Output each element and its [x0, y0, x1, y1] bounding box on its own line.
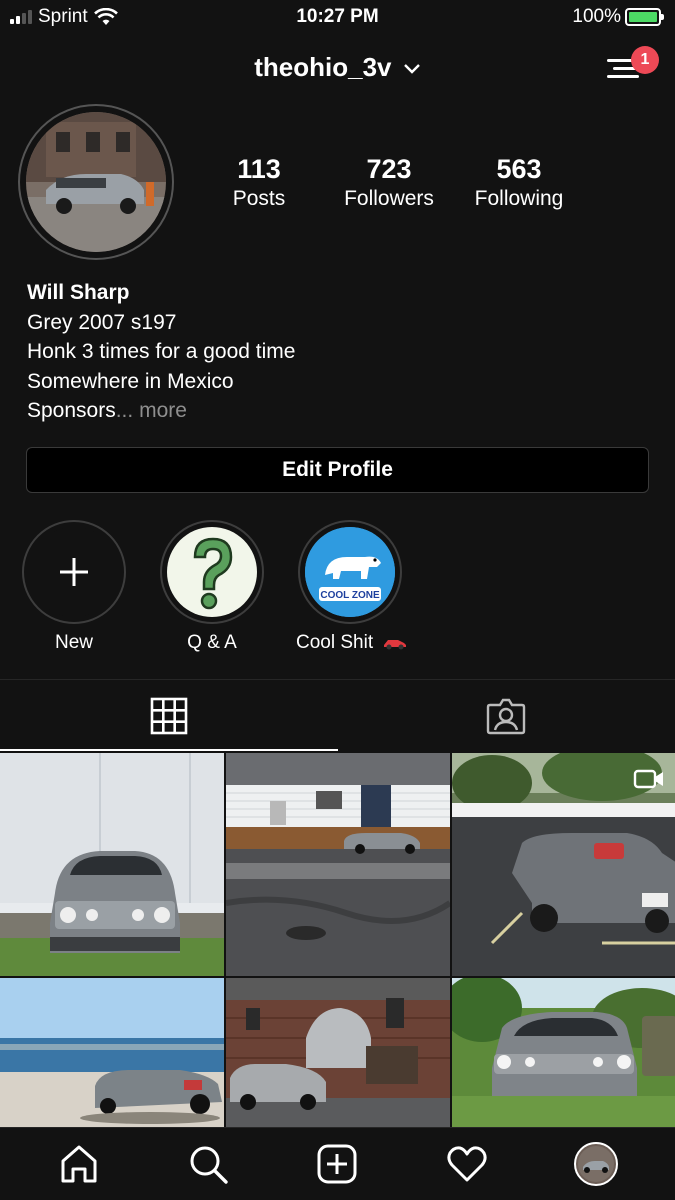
- battery-icon: [625, 8, 664, 26]
- cool-zone-badge: COOL ZONE: [320, 590, 380, 601]
- bio-line: Sponsors... more: [27, 396, 295, 426]
- more-link[interactable]: more: [139, 399, 187, 422]
- status-right: 100%: [572, 6, 664, 28]
- chevron-down-icon: [403, 64, 420, 74]
- tab-tagged[interactable]: [338, 680, 675, 751]
- stat-following[interactable]: 563 Following: [454, 154, 584, 211]
- nav-search[interactable]: [178, 1134, 238, 1194]
- question-mark-icon: [193, 537, 233, 610]
- highlight-label: Q & A: [187, 632, 237, 653]
- highlight-new[interactable]: New: [20, 520, 128, 654]
- polar-bear-icon: COOL ZONE: [305, 527, 395, 617]
- post-thumbnail[interactable]: [452, 753, 675, 976]
- bio-sponsors: Sponsors: [27, 399, 116, 422]
- highlight-label: New: [54, 632, 93, 653]
- home-icon: [61, 1145, 97, 1183]
- status-bar: Sprint 10:27 PM 100%: [0, 0, 675, 36]
- highlight-cool[interactable]: COOL ZONE Cool Shit: [296, 520, 407, 654]
- profile-avatar[interactable]: [18, 104, 174, 260]
- heart-icon: [447, 1146, 487, 1182]
- profile-tabs: [0, 679, 675, 751]
- bio-ellipsis: ...: [115, 399, 134, 422]
- photo-grid: [0, 753, 675, 1127]
- posts-count: 113: [237, 154, 281, 184]
- post-thumbnail[interactable]: [226, 753, 450, 976]
- profile-stats: 113 Posts 723 Followers 563 Following: [194, 154, 654, 211]
- new-post-icon: [317, 1144, 357, 1184]
- username: theohio_3v: [254, 52, 392, 82]
- post-thumbnail[interactable]: [0, 753, 224, 976]
- bottom-navigation: [0, 1127, 675, 1200]
- followers-label: Followers: [344, 187, 434, 210]
- highlight-label: Cool Shit: [296, 632, 374, 653]
- display-name: Will Sharp: [27, 281, 130, 304]
- post-thumbnail[interactable]: [452, 978, 675, 1127]
- profile-avatar-icon: [574, 1142, 619, 1186]
- nav-activity[interactable]: [437, 1134, 497, 1194]
- post-thumbnail[interactable]: [226, 978, 450, 1127]
- bio-line: Somewhere in Mexico: [27, 369, 234, 393]
- following-label: Following: [474, 187, 564, 210]
- race-car-icon: [384, 639, 407, 650]
- account-switcher[interactable]: theohio_3v: [0, 52, 675, 83]
- grid-icon: [150, 697, 188, 734]
- highlight-qa[interactable]: Q & A: [158, 520, 266, 654]
- search-icon: [190, 1146, 228, 1184]
- bio-line: Grey 2007 s197: [27, 310, 177, 334]
- story-highlights: New Q & A COOL ZONE Cool Shit: [20, 520, 407, 654]
- battery-percent: 100%: [572, 6, 621, 27]
- post-thumbnail[interactable]: [0, 978, 224, 1127]
- tagged-person-icon: [487, 698, 526, 734]
- profile-bio: Will Sharp Grey 2007 s197 Honk 3 times f…: [27, 278, 295, 426]
- menu-button[interactable]: 1: [607, 46, 659, 84]
- posts-label: Posts: [232, 187, 286, 210]
- nav-new-post[interactable]: [307, 1134, 367, 1194]
- stat-followers[interactable]: 723 Followers: [324, 154, 454, 211]
- profile-header: theohio_3v 1: [0, 44, 675, 94]
- avatar-photo: [26, 112, 166, 252]
- bio-line: Honk 3 times for a good time: [27, 340, 296, 363]
- plus-icon: [60, 558, 88, 586]
- nav-home[interactable]: [49, 1134, 109, 1194]
- notification-badge: 1: [631, 46, 659, 74]
- following-count: 563: [496, 154, 542, 184]
- edit-profile-button[interactable]: Edit Profile: [26, 447, 649, 493]
- tab-grid[interactable]: [0, 680, 338, 751]
- video-icon: [633, 769, 663, 789]
- stat-posts[interactable]: 113 Posts: [194, 154, 324, 211]
- nav-profile[interactable]: [566, 1134, 626, 1194]
- followers-count: 723: [366, 154, 412, 184]
